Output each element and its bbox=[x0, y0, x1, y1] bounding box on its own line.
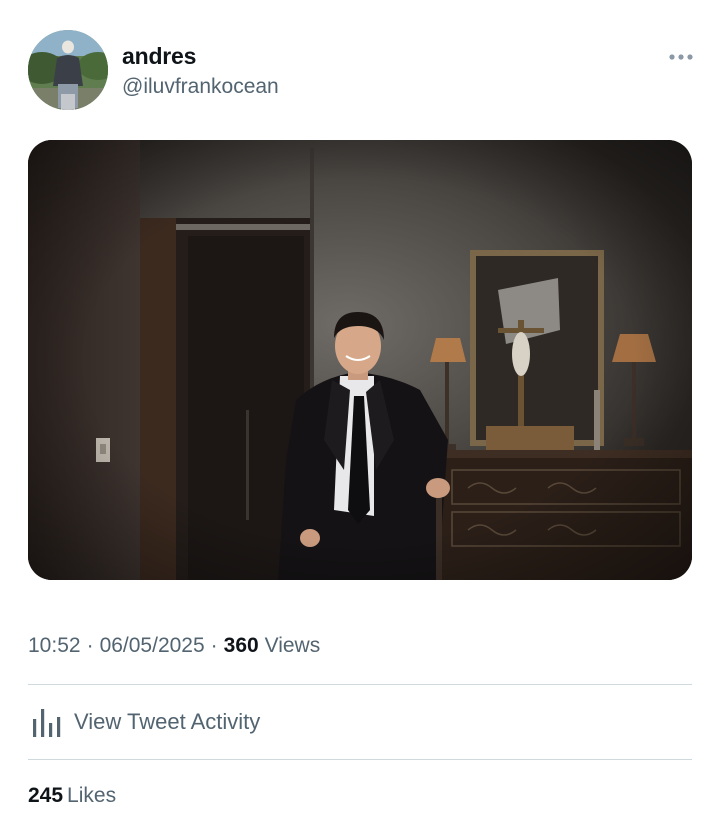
views-label: Views bbox=[264, 634, 321, 657]
avatar-image bbox=[28, 30, 108, 110]
more-horizontal-icon bbox=[669, 54, 693, 60]
views-count: 360 bbox=[223, 634, 259, 657]
divider bbox=[28, 759, 692, 760]
bar-chart-icon bbox=[33, 709, 61, 737]
photo-image bbox=[28, 140, 692, 580]
tweet-date[interactable]: 06/05/2025 bbox=[100, 634, 205, 657]
separator-dot: · bbox=[86, 634, 94, 657]
likes-count: 245 bbox=[28, 784, 64, 807]
view-tweet-activity-button[interactable]: View Tweet Activity bbox=[28, 700, 260, 744]
divider bbox=[28, 684, 692, 685]
author-display-name[interactable]: andres bbox=[122, 43, 196, 70]
view-tweet-activity-label: View Tweet Activity bbox=[74, 709, 261, 734]
tweet-time[interactable]: 10:52 bbox=[28, 634, 81, 657]
tweet: andres @iluvfrankocean 10:52 · 06/05/202… bbox=[0, 0, 720, 833]
separator-dot: · bbox=[210, 634, 218, 657]
avatar[interactable] bbox=[28, 30, 108, 110]
author-handle[interactable]: @iluvfrankocean bbox=[122, 75, 279, 99]
more-options-button[interactable] bbox=[664, 44, 698, 70]
tweet-photo[interactable] bbox=[28, 140, 692, 580]
likes-stat[interactable]: 245 Likes bbox=[28, 784, 116, 808]
tweet-meta: 10:52 · 06/05/2025 · 360 Views bbox=[28, 634, 320, 658]
likes-label: Likes bbox=[67, 784, 117, 807]
